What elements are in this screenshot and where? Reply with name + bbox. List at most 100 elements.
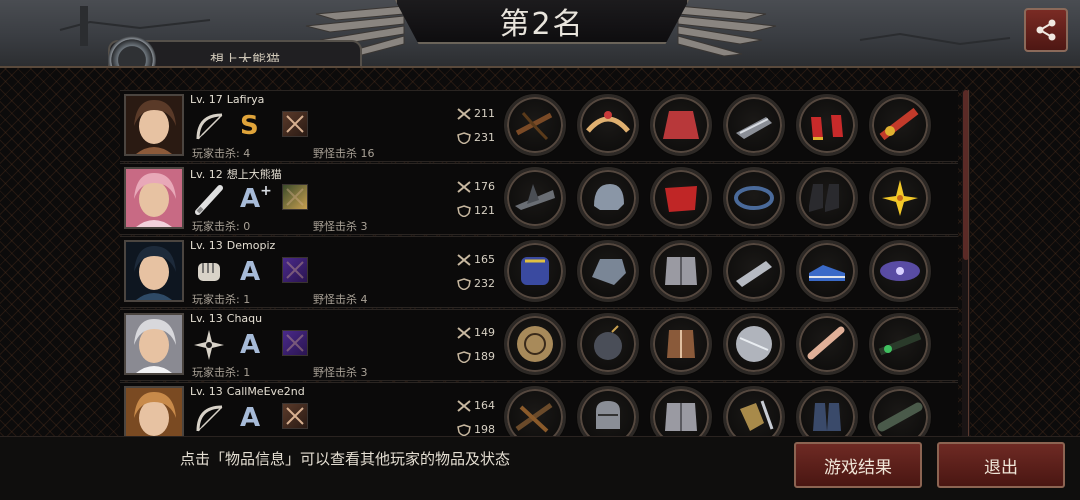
player-row[interactable]: Lv. 13CallMeEve2nd A 玩家击杀: 1 野怪击杀 3 164 … bbox=[120, 382, 958, 436]
share-button[interactable] bbox=[1024, 8, 1068, 52]
defense-stat: 232 bbox=[456, 277, 495, 290]
player-level-name: Lv. 13 Chaqu bbox=[190, 312, 262, 325]
grade-plus: + bbox=[260, 183, 272, 199]
skill-icon[interactable] bbox=[282, 257, 308, 283]
player-kills: 玩家击杀: 4 bbox=[192, 147, 251, 160]
prosthetic-leg-icon[interactable] bbox=[796, 313, 858, 375]
player-level-name: Lv. 13 CallMeEve2nd bbox=[190, 385, 305, 398]
arm-guard-icon[interactable] bbox=[723, 240, 785, 302]
lily-icon[interactable] bbox=[869, 167, 931, 229]
crossed-swords-icon bbox=[457, 254, 471, 266]
red-heels-icon[interactable] bbox=[796, 94, 858, 156]
grade-letter: A bbox=[240, 403, 261, 433]
tiara-icon[interactable] bbox=[577, 94, 639, 156]
player-name: 想上大熊猫 bbox=[226, 168, 282, 181]
crossbow-icon[interactable] bbox=[504, 94, 566, 156]
bow-icon bbox=[196, 113, 223, 140]
cannon-icon[interactable] bbox=[869, 386, 931, 436]
player-level-name: Lv. 12 想上大熊猫 bbox=[190, 166, 282, 182]
grade-badge: A bbox=[240, 328, 270, 362]
player-level: Lv. 13 bbox=[190, 385, 223, 398]
player-level-name: Lv. 13 Demopiz bbox=[190, 239, 275, 252]
game-result-button[interactable]: 游戏结果 bbox=[794, 442, 922, 488]
player-level: Lv. 17 bbox=[190, 93, 223, 106]
player-row[interactable]: Lv. 12 想上大熊猫 A+ 玩家击杀: 0 野怪击杀 3 176 121 bbox=[120, 163, 958, 235]
fist-icon bbox=[198, 263, 220, 281]
shield-icon[interactable] bbox=[504, 313, 566, 375]
disc-icon[interactable] bbox=[723, 313, 785, 375]
helmet-icon[interactable] bbox=[577, 167, 639, 229]
skill-icon[interactable] bbox=[282, 184, 308, 210]
shield-stat-icon bbox=[457, 205, 471, 217]
defense-value: 189 bbox=[474, 350, 495, 363]
bat-icon bbox=[195, 185, 223, 215]
knight-helmet-icon[interactable] bbox=[577, 386, 639, 436]
equipment-slots bbox=[504, 94, 944, 156]
grade-letter: A bbox=[240, 184, 261, 214]
bracelet-icon[interactable] bbox=[723, 167, 785, 229]
share-icon bbox=[1036, 19, 1056, 41]
shield-stat-icon bbox=[457, 132, 471, 144]
red-jacket-icon[interactable] bbox=[650, 94, 712, 156]
grade-badge: A+ bbox=[240, 182, 272, 216]
equipment-slots bbox=[504, 386, 944, 436]
player-list[interactable]: Lv. 17Lafirya S 玩家击杀: 4 野怪击杀 16 211 231 bbox=[120, 90, 958, 436]
right-wing-icon bbox=[677, 5, 777, 57]
crossed-swords-icon bbox=[457, 181, 471, 193]
glove-icon[interactable] bbox=[504, 240, 566, 302]
player-row[interactable]: Lv. 13 Demopiz A 玩家击杀: 1 野怪击杀 4 165 232 bbox=[120, 236, 958, 308]
exit-button[interactable]: 退出 bbox=[937, 442, 1065, 488]
grade-badge: S bbox=[240, 109, 270, 143]
character-portrait[interactable] bbox=[124, 167, 184, 229]
ballista-icon[interactable] bbox=[504, 386, 566, 436]
player-row[interactable]: Lv. 13 Chaqu A 玩家击杀: 1 野怪击杀 3 149 189 bbox=[120, 309, 958, 381]
vest-icon[interactable] bbox=[650, 313, 712, 375]
defense-stat: 121 bbox=[456, 204, 495, 217]
rank-title: 第2名 bbox=[499, 7, 585, 42]
skill-icon[interactable] bbox=[282, 111, 308, 137]
character-portrait[interactable] bbox=[124, 386, 184, 436]
crossed-swords-icon bbox=[457, 327, 471, 339]
galaxy-icon[interactable] bbox=[869, 240, 931, 302]
sneakers-icon[interactable] bbox=[796, 240, 858, 302]
attack-stat: 165 bbox=[456, 253, 495, 266]
boots-icon[interactable] bbox=[796, 167, 858, 229]
attack-value: 164 bbox=[474, 399, 495, 412]
red-armor-icon[interactable] bbox=[650, 167, 712, 229]
defense-value: 232 bbox=[474, 277, 495, 290]
greaves-icon[interactable] bbox=[796, 386, 858, 436]
attack-value: 211 bbox=[474, 107, 495, 120]
plate-armor-icon[interactable] bbox=[650, 386, 712, 436]
skill-icon[interactable] bbox=[282, 403, 308, 429]
sword-shield-icon[interactable] bbox=[723, 386, 785, 436]
player-level: Lv. 13 bbox=[190, 239, 223, 252]
attack-stat: 164 bbox=[456, 399, 495, 412]
character-portrait[interactable] bbox=[124, 94, 184, 156]
skill-icon[interactable] bbox=[282, 330, 308, 356]
attack-stat: 211 bbox=[456, 107, 495, 120]
gauntlet-icon[interactable] bbox=[723, 94, 785, 156]
attack-value: 176 bbox=[474, 180, 495, 193]
player-name: Demopiz bbox=[226, 239, 276, 252]
bomb-helmet-icon[interactable] bbox=[577, 313, 639, 375]
character-portrait[interactable] bbox=[124, 240, 184, 302]
rank-title-plate: 第2名 bbox=[395, 0, 689, 44]
player-row[interactable]: Lv. 17 Lafirya S 玩家击杀: 4 野怪击杀 16 211 231 bbox=[120, 90, 958, 162]
monster-kills: 野怪击杀 3 bbox=[313, 366, 368, 379]
player-level: Lv. 13 bbox=[190, 312, 223, 325]
plate-armor-icon[interactable] bbox=[650, 240, 712, 302]
scroll-bracelet-icon[interactable] bbox=[869, 94, 931, 156]
dragon-gun-icon[interactable] bbox=[504, 167, 566, 229]
grade-letter: A bbox=[240, 257, 261, 287]
shield-stat-icon bbox=[457, 351, 471, 363]
character-portrait[interactable] bbox=[124, 313, 184, 375]
player-tab-name: 想上大熊猫 bbox=[210, 53, 280, 62]
player-level-name: Lv. 17 Lafirya bbox=[190, 93, 264, 106]
monster-kills: 野怪击杀 16 bbox=[313, 147, 375, 160]
defense-value: 231 bbox=[474, 131, 495, 144]
mecha-helmet-icon[interactable] bbox=[577, 240, 639, 302]
hint-text: 点击「物品信息」可以查看其他玩家的物品及状态 bbox=[180, 450, 511, 468]
divider bbox=[968, 90, 969, 470]
attack-stat: 176 bbox=[456, 180, 495, 193]
scope-icon[interactable] bbox=[869, 313, 931, 375]
